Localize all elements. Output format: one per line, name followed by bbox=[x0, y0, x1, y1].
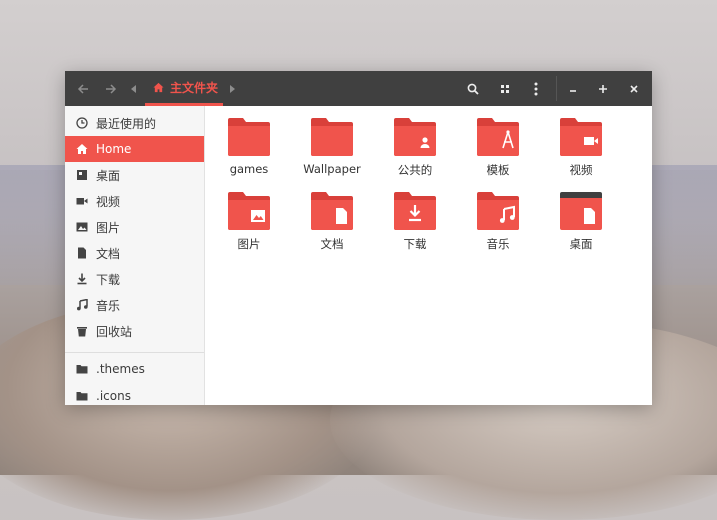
maximize-button[interactable] bbox=[593, 71, 613, 106]
breadcrumb-label: 主文件夹 bbox=[170, 80, 219, 95]
video-icon bbox=[76, 195, 88, 207]
folder-public-icon bbox=[394, 118, 436, 156]
folder-templates-icon bbox=[477, 118, 519, 156]
file-name: 公共的 bbox=[397, 163, 433, 177]
headerbar: 主文件夹 bbox=[65, 71, 652, 106]
download-icon bbox=[76, 273, 88, 285]
music-icon bbox=[76, 299, 88, 311]
file-item-videos[interactable]: 视频 bbox=[546, 118, 616, 178]
folder-pictures-icon bbox=[228, 192, 270, 230]
sidebar-item-label: 文档 bbox=[96, 246, 121, 261]
minimize-button[interactable] bbox=[563, 71, 583, 106]
close-icon bbox=[630, 84, 638, 93]
sidebar-item-themes[interactable]: .themes bbox=[65, 356, 204, 382]
sidebar-item-label: .icons bbox=[96, 389, 131, 403]
breadcrumb-home[interactable]: 主文件夹 bbox=[145, 71, 223, 106]
view-mode-button[interactable] bbox=[495, 71, 515, 106]
file-item-downloads[interactable]: 下载 bbox=[380, 192, 450, 252]
sidebar-item-label: 音乐 bbox=[96, 298, 121, 313]
sidebar-item-downloads[interactable]: 下载 bbox=[65, 266, 204, 292]
breadcrumb-scroll-left[interactable] bbox=[127, 71, 141, 106]
file-item-public[interactable]: 公共的 bbox=[380, 118, 450, 178]
sidebar-item-music[interactable]: 音乐 bbox=[65, 292, 204, 318]
sidebar-item-home[interactable]: Home bbox=[65, 136, 204, 162]
file-name: Wallpaper bbox=[303, 162, 361, 176]
arrow-right-icon bbox=[106, 83, 117, 94]
file-name: games bbox=[229, 162, 269, 176]
folder-music-icon bbox=[477, 192, 519, 230]
file-name: 下载 bbox=[403, 237, 427, 251]
file-item-desktop[interactable]: 桌面 bbox=[546, 192, 616, 252]
close-button[interactable] bbox=[624, 71, 644, 106]
file-item-music[interactable]: 音乐 bbox=[463, 192, 533, 252]
file-grid: games Wallpaper 公共的 模板 视频 图片 文档 下载 音乐 桌面 bbox=[205, 106, 652, 405]
folder-downloads-icon bbox=[394, 192, 436, 230]
sidebar-item-label: 视频 bbox=[96, 194, 121, 209]
home-icon bbox=[153, 82, 164, 92]
file-name: 视频 bbox=[569, 163, 593, 177]
plus-icon bbox=[599, 84, 607, 93]
folder-videos-icon bbox=[560, 118, 602, 156]
file-item-pictures[interactable]: 图片 bbox=[214, 192, 284, 252]
menu-button[interactable] bbox=[526, 71, 546, 106]
file-manager-window: 主文件夹 最近使用的 Home 桌面 视频 图片 文档 下载 音乐 回收站 .t… bbox=[65, 71, 652, 405]
sidebar-item-desktop[interactable]: 桌面 bbox=[65, 162, 204, 188]
trash-icon bbox=[76, 325, 88, 337]
sidebar-item-videos[interactable]: 视频 bbox=[65, 188, 204, 214]
triangle-right-icon bbox=[230, 84, 235, 93]
clock-icon bbox=[76, 117, 88, 129]
home-icon bbox=[76, 143, 88, 155]
sidebar-item-icons[interactable]: .icons bbox=[65, 383, 204, 405]
kebab-menu-icon bbox=[534, 82, 538, 95]
file-item-documents[interactable]: 文档 bbox=[297, 192, 367, 252]
document-icon bbox=[76, 247, 88, 259]
sidebar-item-recent[interactable]: 最近使用的 bbox=[65, 110, 204, 136]
search-button[interactable] bbox=[463, 71, 483, 106]
folder-icon bbox=[228, 118, 270, 156]
arrow-left-icon bbox=[77, 83, 88, 94]
sidebar-item-documents[interactable]: 文档 bbox=[65, 240, 204, 266]
file-item-games[interactable]: games bbox=[214, 118, 284, 176]
file-item-templates[interactable]: 模板 bbox=[463, 118, 533, 178]
minimize-icon bbox=[570, 89, 576, 92]
sidebar-item-label: 桌面 bbox=[96, 168, 121, 183]
grid-icon bbox=[501, 84, 509, 93]
sidebar: 最近使用的 Home 桌面 视频 图片 文档 下载 音乐 回收站 .themes… bbox=[65, 106, 205, 405]
file-name: 桌面 bbox=[569, 237, 593, 251]
file-item-wallpaper[interactable]: Wallpaper bbox=[297, 118, 367, 176]
sidebar-item-label: Home bbox=[96, 142, 132, 156]
sidebar-item-label: 最近使用的 bbox=[96, 116, 157, 131]
folder-desktop-icon bbox=[560, 192, 602, 230]
desktop-icon bbox=[76, 169, 88, 181]
folder-icon bbox=[311, 118, 353, 156]
sidebar-item-label: 下载 bbox=[96, 272, 121, 287]
back-button[interactable] bbox=[73, 71, 93, 106]
breadcrumb-scroll-right[interactable] bbox=[225, 71, 239, 106]
file-name: 文档 bbox=[320, 237, 344, 251]
triangle-left-icon bbox=[131, 84, 136, 93]
file-name: 音乐 bbox=[486, 237, 510, 251]
sidebar-item-pictures[interactable]: 图片 bbox=[65, 214, 204, 240]
sidebar-item-label: .themes bbox=[96, 362, 145, 376]
sidebar-item-label: 图片 bbox=[96, 220, 121, 235]
folder-icon bbox=[76, 363, 88, 375]
folder-documents-icon bbox=[311, 192, 353, 230]
folder-icon bbox=[76, 390, 88, 402]
sidebar-separator bbox=[65, 352, 204, 353]
search-icon bbox=[467, 83, 479, 95]
sidebar-item-label: 回收站 bbox=[96, 324, 133, 339]
file-name: 图片 bbox=[237, 237, 261, 251]
forward-button[interactable] bbox=[101, 71, 121, 106]
image-icon bbox=[76, 221, 88, 233]
file-name: 模板 bbox=[486, 163, 510, 177]
sidebar-item-trash[interactable]: 回收站 bbox=[65, 318, 204, 344]
headerbar-separator bbox=[556, 76, 557, 101]
